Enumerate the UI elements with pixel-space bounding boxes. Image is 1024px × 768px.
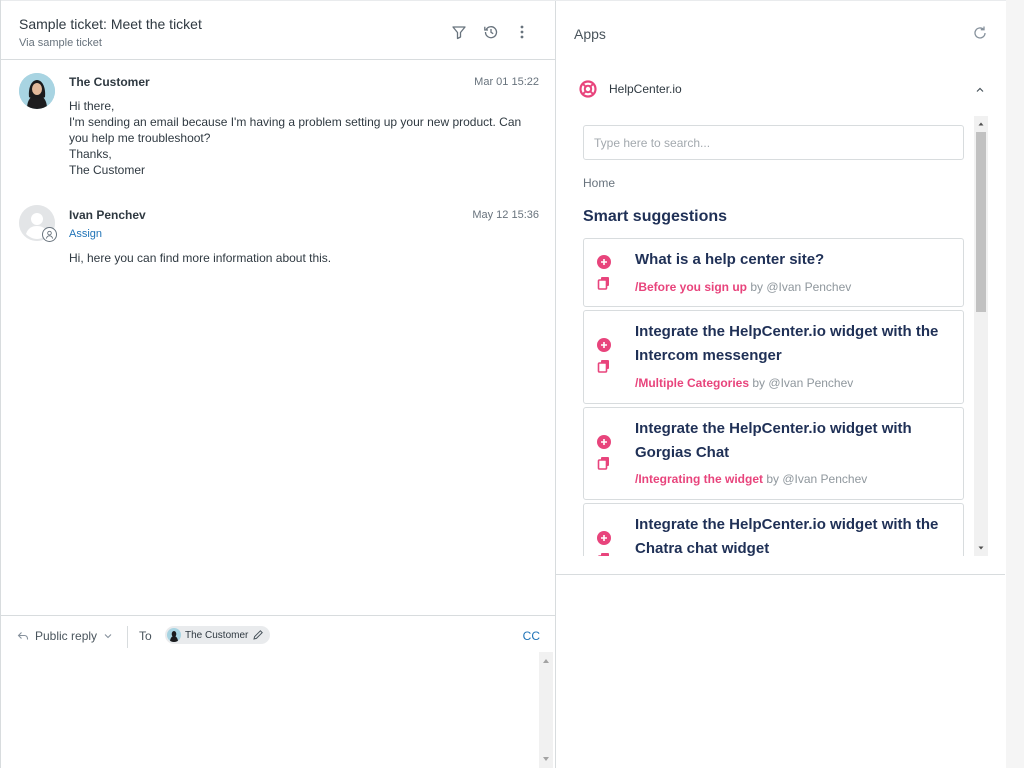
article-category[interactable]: /Integrating the widget <box>635 472 763 486</box>
scroll-up-icon[interactable] <box>539 654 553 668</box>
user-badge-icon <box>42 227 57 242</box>
scroll-down-icon[interactable] <box>974 541 988 555</box>
recipient-avatar <box>167 628 181 642</box>
article-actions <box>597 531 613 556</box>
article-author: by @Ivan Penchev <box>752 376 854 390</box>
edit-pencil-icon[interactable] <box>252 629 264 641</box>
article-author: by @Ivan Penchev <box>750 280 852 294</box>
helpcenter-app: HelpCenter.io Home Smart suggestions Wha… <box>556 61 1005 575</box>
more-options-icon[interactable] <box>513 23 531 41</box>
recipient-name: The Customer <box>185 629 249 641</box>
chevron-down-icon <box>104 634 112 639</box>
page-scroll-gutter <box>1006 0 1024 768</box>
scrollbar-thumb[interactable] <box>976 132 986 312</box>
helpcenter-content: Home Smart suggestions What is a help ce… <box>556 116 1005 556</box>
reply-editor[interactable] <box>1 652 556 768</box>
message-body: Hi, here you can find more information a… <box>69 250 539 266</box>
article-actions <box>597 255 613 295</box>
reload-icon[interactable] <box>972 25 988 41</box>
message-timestamp: May 12 15:36 <box>472 209 539 221</box>
article-meta: /Before you sign up by @Ivan Penchev <box>635 280 851 294</box>
search-input[interactable] <box>583 125 964 160</box>
home-breadcrumb[interactable]: Home <box>583 176 615 190</box>
reply-arrow-icon <box>17 632 29 640</box>
article-card[interactable]: What is a help center site? /Before you … <box>583 238 964 307</box>
message-line: I'm sending an email because I'm having … <box>69 115 522 145</box>
conversation-message: The Customer Mar 01 15:22 Hi there, I'm … <box>1 60 556 190</box>
recipient-tag[interactable]: The Customer <box>165 626 271 644</box>
message-line: Hi, here you can find more information a… <box>69 251 332 265</box>
message-line: The Customer <box>69 163 146 177</box>
article-title[interactable]: Integrate the HelpCenter.io widget with … <box>635 417 955 465</box>
article-card[interactable]: Integrate the HelpCenter.io widget with … <box>583 407 964 500</box>
reply-toolbar: Public reply To The Customer CC <box>1 615 556 655</box>
message-line: Hi there, <box>69 99 115 113</box>
message-timestamp: Mar 01 15:22 <box>474 76 539 88</box>
message-author: Ivan Penchev <box>69 208 146 222</box>
insert-plus-icon[interactable] <box>597 531 611 545</box>
article-meta: /Integrating the widget by @Ivan Penchev <box>635 472 867 486</box>
article-author: by @Ivan Penchev <box>766 472 868 486</box>
customer-avatar <box>19 73 55 109</box>
article-title[interactable]: Integrate the HelpCenter.io widget with … <box>635 320 955 368</box>
reply-editor-scrollbar[interactable] <box>539 652 553 768</box>
scroll-down-icon[interactable] <box>539 752 553 766</box>
message-author: The Customer <box>69 75 150 89</box>
cc-button[interactable]: CC <box>523 629 540 643</box>
copy-icon[interactable] <box>597 456 611 470</box>
apps-title: Apps <box>574 26 606 42</box>
insert-plus-icon[interactable] <box>597 435 611 449</box>
reply-mode-label: Public reply <box>35 629 98 643</box>
article-category[interactable]: /Multiple Categories <box>635 376 749 390</box>
ticket-channel: Via sample ticket <box>19 37 102 49</box>
article-title[interactable]: What is a help center site? <box>635 248 955 272</box>
helpcenter-scrollbar[interactable] <box>974 116 988 556</box>
smart-suggestions-heading: Smart suggestions <box>583 208 728 225</box>
ticket-pane: Sample ticket: Meet the ticket Via sampl… <box>0 0 556 768</box>
article-actions <box>597 435 613 475</box>
lifebuoy-icon <box>578 79 598 99</box>
apps-pane: Apps HelpCenter.io Home Smart suggestion… <box>556 0 1006 768</box>
insert-plus-icon[interactable] <box>597 255 611 269</box>
filter-icon[interactable] <box>450 23 468 41</box>
reply-mode-selector[interactable]: Public reply <box>17 629 113 643</box>
copy-icon[interactable] <box>597 359 611 373</box>
message-body: Hi there, I'm sending an email because I… <box>69 98 539 178</box>
article-actions <box>597 338 613 378</box>
scroll-up-icon[interactable] <box>974 117 988 131</box>
article-meta: /Multiple Categories by @Ivan Penchev <box>635 376 853 390</box>
ticket-title: Sample ticket: Meet the ticket <box>19 16 202 32</box>
article-category[interactable]: /Before you sign up <box>635 280 747 294</box>
message-line: Thanks, <box>69 147 112 161</box>
agent-avatar <box>19 205 57 242</box>
app-name: HelpCenter.io <box>609 82 682 96</box>
ticket-header: Sample ticket: Meet the ticket Via sampl… <box>1 0 556 60</box>
assign-link[interactable]: Assign <box>69 228 102 240</box>
conversation-message: Ivan Penchev May 12 15:36 Assign Hi, her… <box>1 195 556 275</box>
history-icon[interactable] <box>482 23 500 41</box>
to-label: To <box>139 629 152 643</box>
insert-plus-icon[interactable] <box>597 338 611 352</box>
article-card[interactable]: Integrate the HelpCenter.io widget with … <box>583 310 964 404</box>
divider <box>127 626 128 648</box>
collapse-chevron-icon[interactable] <box>974 83 986 95</box>
copy-icon[interactable] <box>597 276 611 290</box>
article-card[interactable]: Integrate the HelpCenter.io widget with … <box>583 503 964 556</box>
article-title[interactable]: Integrate the HelpCenter.io widget with … <box>635 513 955 556</box>
copy-icon[interactable] <box>597 552 611 556</box>
